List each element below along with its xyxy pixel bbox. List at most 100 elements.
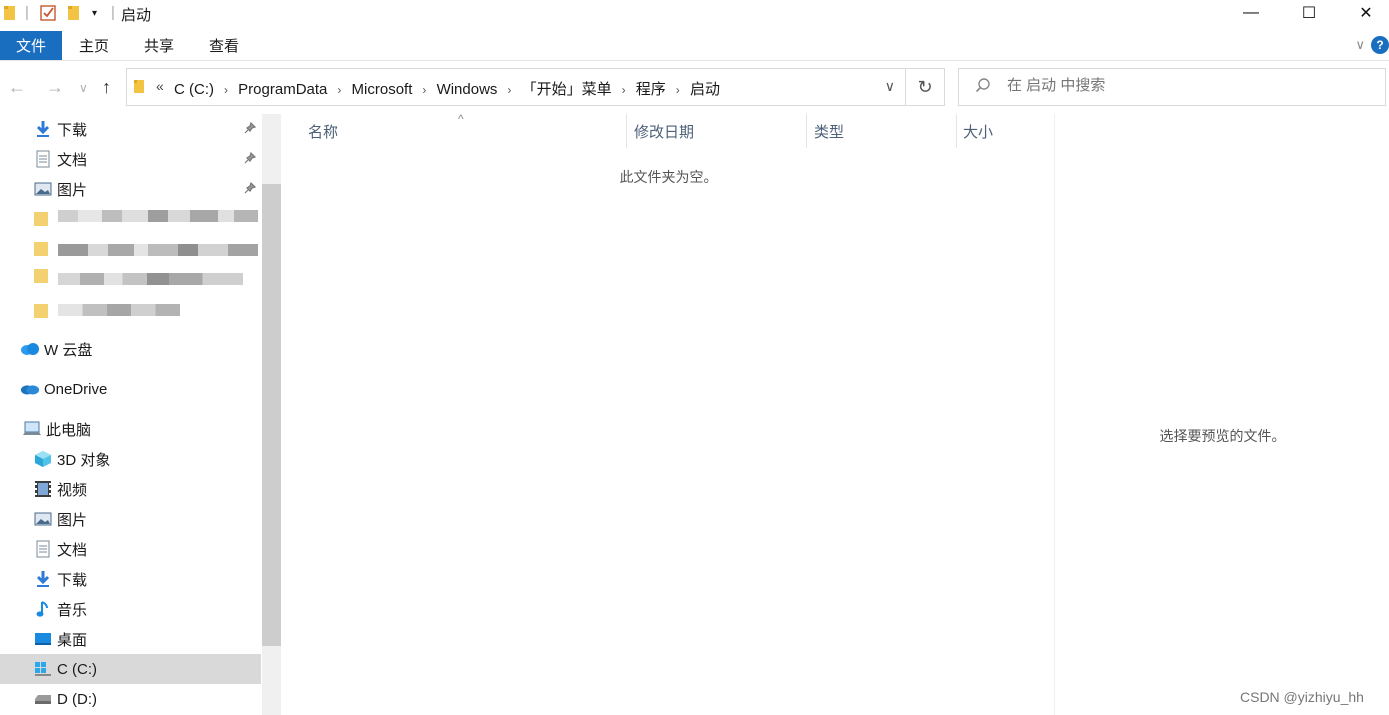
sidebar-item-desktop[interactable]: 桌面 bbox=[0, 624, 261, 654]
tab-home[interactable]: 主页 bbox=[66, 31, 122, 60]
navigation-pane: 下载 文档 图片 W 云盘 OneDrive 此电脑 3D 对象 视频 图片 文… bbox=[0, 114, 282, 715]
sidebar-item-label: 图片 bbox=[57, 511, 88, 529]
column-header-type[interactable]: 类型 bbox=[814, 114, 954, 148]
download-icon bbox=[33, 570, 53, 588]
refresh-button[interactable]: ↻ bbox=[906, 68, 945, 106]
tab-share[interactable]: 共享 bbox=[131, 31, 187, 60]
maximize-button[interactable]: ☐ bbox=[1286, 0, 1332, 26]
breadcrumb-item[interactable]: ProgramData bbox=[238, 81, 327, 98]
sidebar-item-label: 3D 对象 bbox=[57, 451, 111, 469]
sidebar-item-label: 下载 bbox=[57, 121, 88, 139]
customize-toolbar-icon[interactable]: ▾ bbox=[92, 8, 97, 19]
title-bar: | ▾ | 启动 — ☐ ✕ bbox=[0, 0, 1389, 28]
sidebar-item-label: 音乐 bbox=[57, 601, 88, 619]
properties-icon[interactable] bbox=[40, 4, 58, 26]
ribbon-expand-icon[interactable]: ∨ bbox=[1355, 37, 1365, 53]
breadcrumb-item[interactable]: C (C:) bbox=[174, 81, 214, 98]
search-box[interactable] bbox=[958, 68, 1386, 106]
sidebar-item-cloud-drive[interactable]: W 云盘 bbox=[0, 334, 261, 364]
breadcrumb-separator[interactable]: › bbox=[224, 83, 228, 97]
sidebar-item-pictures-quick[interactable]: 图片 bbox=[0, 174, 261, 204]
sidebar-item-label: 文档 bbox=[57, 541, 88, 559]
computer-icon bbox=[22, 420, 42, 438]
3d-objects-icon bbox=[33, 450, 53, 468]
sidebar-item-downloads-quick[interactable]: 下载 bbox=[0, 114, 261, 144]
breadcrumb-item[interactable]: 「开始」菜单 bbox=[522, 81, 612, 98]
column-divider[interactable] bbox=[626, 114, 627, 148]
preview-pane: 选择要预览的文件。 bbox=[1054, 114, 1389, 715]
tab-file[interactable]: 文件 bbox=[0, 31, 62, 60]
sidebar-item-c-drive[interactable]: C (C:) bbox=[0, 654, 261, 684]
column-divider[interactable] bbox=[956, 114, 957, 148]
sidebar-item-label: C (C:) bbox=[57, 660, 97, 678]
pin-icon[interactable] bbox=[244, 121, 257, 137]
empty-folder-message: 此文件夹为空。 bbox=[619, 169, 718, 185]
preview-message: 选择要预览的文件。 bbox=[1159, 428, 1286, 444]
up-button[interactable]: ↑ bbox=[102, 77, 111, 98]
column-header-date-modified[interactable]: 修改日期 bbox=[634, 114, 804, 148]
column-header-name[interactable]: 名称 bbox=[308, 114, 623, 148]
new-folder-icon[interactable] bbox=[67, 4, 81, 26]
breadcrumb-item[interactable]: 程序 bbox=[636, 81, 666, 98]
sidebar-item-documents-quick[interactable]: 文档 bbox=[0, 144, 261, 174]
close-button[interactable]: ✕ bbox=[1343, 0, 1389, 26]
address-dropdown-icon[interactable]: ∨ bbox=[885, 78, 895, 95]
pin-icon[interactable] bbox=[244, 181, 257, 197]
windows-drive-icon bbox=[33, 660, 53, 678]
navigation-bar: ← → ∨ ↑ « C (C:) › ProgramData › Microsoft… bbox=[0, 62, 1389, 114]
column-divider[interactable] bbox=[806, 114, 807, 148]
minimize-button[interactable]: — bbox=[1228, 0, 1274, 26]
sidebar-item-pictures[interactable]: 图片 bbox=[0, 504, 261, 534]
sidebar-item-label: 文档 bbox=[57, 151, 88, 169]
toolbar-divider: | bbox=[111, 4, 115, 21]
breadcrumb-separator[interactable]: › bbox=[422, 83, 426, 97]
pin-icon[interactable] bbox=[244, 151, 257, 167]
window-title: 启动 bbox=[121, 7, 152, 24]
sidebar-item-d-drive[interactable]: D (D:) bbox=[0, 684, 261, 714]
sidebar-item-downloads[interactable]: 下载 bbox=[0, 564, 261, 594]
sidebar-item-onedrive[interactable]: OneDrive bbox=[0, 374, 261, 404]
breadcrumb-separator[interactable]: › bbox=[337, 83, 341, 97]
sidebar-item-label: 下载 bbox=[57, 571, 88, 589]
column-header-size[interactable]: 大小 bbox=[963, 114, 1043, 148]
scrollbar-thumb[interactable] bbox=[262, 184, 281, 646]
breadcrumb-overflow[interactable]: « bbox=[156, 78, 164, 94]
cloud-icon bbox=[20, 340, 40, 358]
breadcrumb-item[interactable]: 启动 bbox=[690, 81, 720, 98]
sidebar-item-videos[interactable]: 视频 bbox=[0, 474, 261, 504]
document-icon bbox=[33, 540, 53, 558]
drive-icon bbox=[33, 690, 53, 708]
breadcrumb-separator[interactable]: › bbox=[507, 83, 511, 97]
desktop-icon bbox=[33, 630, 53, 648]
breadcrumb-item[interactable]: Microsoft bbox=[352, 81, 413, 98]
sidebar-item-label: D (D:) bbox=[57, 690, 97, 708]
help-icon[interactable]: ? bbox=[1371, 36, 1389, 54]
breadcrumb-item[interactable]: Windows bbox=[437, 81, 498, 98]
document-icon bbox=[33, 150, 53, 168]
download-icon bbox=[33, 120, 53, 138]
folder-icon bbox=[3, 4, 17, 26]
breadcrumb-separator[interactable]: › bbox=[622, 83, 626, 97]
sidebar-item-label: 桌面 bbox=[57, 631, 88, 649]
search-input[interactable] bbox=[1007, 77, 1367, 94]
address-bar[interactable]: « C (C:) › ProgramData › Microsoft › Window… bbox=[126, 68, 906, 106]
sidebar-item-label: OneDrive bbox=[44, 380, 108, 398]
forward-button[interactable]: → bbox=[46, 77, 64, 98]
sidebar-item-documents[interactable]: 文档 bbox=[0, 534, 261, 564]
video-icon bbox=[33, 480, 53, 498]
recent-locations-button[interactable]: ∨ bbox=[79, 81, 88, 95]
tab-view[interactable]: 查看 bbox=[196, 31, 252, 60]
sidebar-item-label: 此电脑 bbox=[46, 421, 92, 439]
picture-icon bbox=[33, 180, 53, 198]
watermark: CSDN @yizhiyu_hh bbox=[1240, 689, 1364, 705]
music-icon bbox=[33, 600, 53, 618]
sidebar-item-this-pc[interactable]: 此电脑 bbox=[0, 414, 261, 444]
sidebar-item-3d-objects[interactable]: 3D 对象 bbox=[0, 444, 261, 474]
breadcrumb-separator[interactable]: › bbox=[676, 83, 680, 97]
toolbar-divider: | bbox=[25, 4, 29, 21]
onedrive-icon bbox=[20, 380, 40, 398]
sidebar-item-music[interactable]: 音乐 bbox=[0, 594, 261, 624]
sidebar-item-label: 视频 bbox=[57, 481, 88, 499]
back-button[interactable]: ← bbox=[8, 77, 26, 98]
file-list: ^ 名称 修改日期 类型 大小 此文件夹为空。 bbox=[283, 112, 1054, 715]
